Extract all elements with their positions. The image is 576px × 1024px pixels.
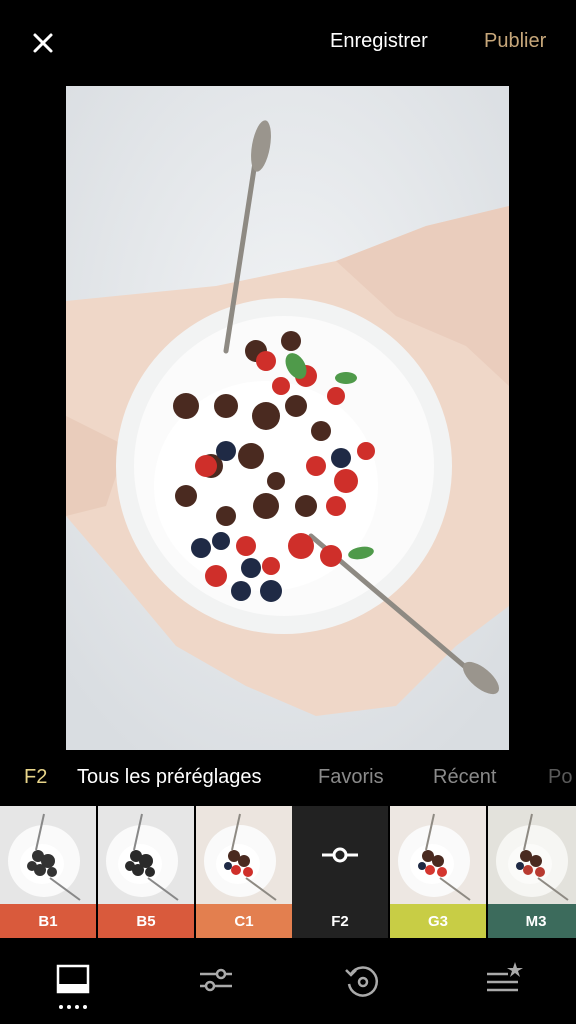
active-indicator-dots — [59, 1005, 87, 1009]
preset-strip: B1 B5 C1 F2 G3 M3 — [0, 806, 576, 938]
preset-thumbnail — [98, 806, 194, 904]
close-icon — [33, 33, 53, 53]
bottom-nav — [0, 938, 576, 1024]
preset-label: B5 — [98, 904, 194, 938]
tab-favorites[interactable]: Favoris — [318, 766, 384, 789]
recipes-icon — [487, 962, 523, 992]
preset-f2[interactable]: F2 — [292, 806, 388, 938]
preset-thumbnail — [488, 806, 576, 904]
photo-preview[interactable] — [66, 86, 509, 750]
preset-label: B1 — [0, 904, 96, 938]
tab-current-preset[interactable]: F2 — [24, 766, 47, 789]
adjust-slider-icon[interactable] — [320, 845, 360, 865]
presets-icon — [56, 964, 90, 994]
preset-g3[interactable]: G3 — [390, 806, 486, 938]
preset-thumbnail — [196, 806, 292, 904]
nav-presets[interactable] — [53, 960, 93, 1000]
preset-m3[interactable]: M3 — [488, 806, 576, 938]
close-button[interactable] — [28, 28, 58, 58]
preset-label: M3 — [488, 904, 576, 938]
preset-thumbnail — [390, 806, 486, 904]
preset-c1[interactable]: C1 — [196, 806, 292, 938]
preset-label: G3 — [390, 904, 486, 938]
tab-partial[interactable]: Po — [548, 766, 572, 789]
preset-b5[interactable]: B5 — [98, 806, 194, 938]
preset-label: C1 — [196, 904, 292, 938]
preset-thumbnail — [0, 806, 96, 904]
tab-all-presets[interactable]: Tous les préréglages — [77, 766, 262, 789]
preset-category-tabs: F2 Tous les préréglages Favoris Récent P… — [0, 762, 576, 794]
top-bar: Enregistrer Publier — [0, 0, 576, 86]
save-button[interactable]: Enregistrer — [330, 30, 428, 53]
publish-button[interactable]: Publier — [484, 30, 546, 53]
preset-thumbnail — [292, 806, 388, 904]
history-icon — [345, 966, 378, 997]
nav-adjust[interactable] — [196, 960, 236, 1000]
nav-recipes[interactable] — [484, 960, 524, 1000]
nav-history[interactable] — [342, 960, 382, 1000]
preset-b1[interactable]: B1 — [0, 806, 96, 938]
tab-recent[interactable]: Récent — [433, 766, 496, 789]
preset-label: F2 — [292, 904, 388, 938]
adjust-icon — [200, 968, 232, 992]
